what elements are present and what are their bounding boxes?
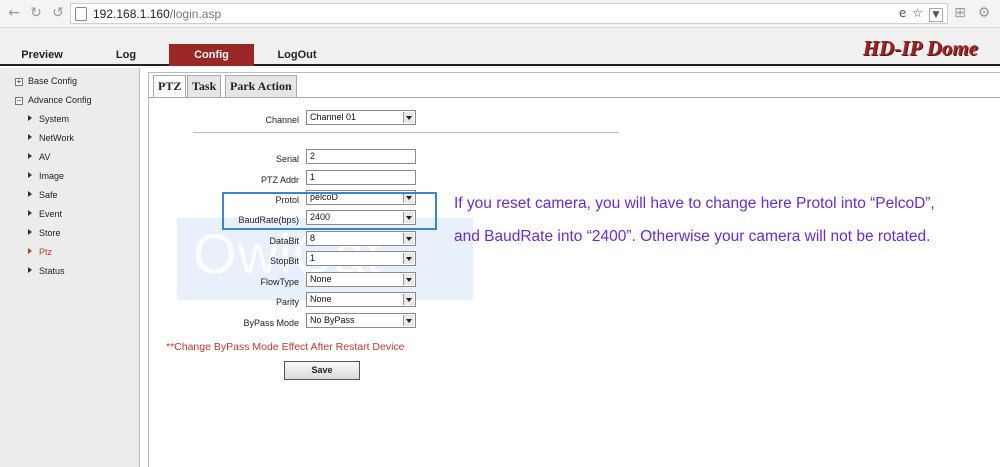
- sidebar-item-status[interactable]: Status: [28, 266, 65, 276]
- stopbit-value: 1: [310, 253, 316, 263]
- page-icon: [75, 7, 87, 21]
- sidebar-item-label: Store: [39, 228, 61, 238]
- sidebar-group-label: Base Config: [28, 76, 78, 86]
- serial-label: Serial: [275, 154, 299, 164]
- sidebar-item-label: AV: [39, 152, 51, 162]
- tab-ptz[interactable]: PTZ: [153, 75, 187, 98]
- sidebar-item-av[interactable]: AV: [28, 152, 50, 162]
- serial-field[interactable]: 2: [306, 149, 416, 164]
- sidebar-item-label: Event: [39, 209, 63, 219]
- bypass-label: ByPass Mode: [243, 318, 299, 328]
- annotation-line-1: If you reset camera, you will have to ch…: [454, 195, 935, 212]
- stopbit-label: StopBit: [269, 256, 299, 266]
- arrow-right-icon: [28, 229, 32, 235]
- databit-value: 8: [310, 233, 316, 243]
- sidebar-item-store[interactable]: Store: [28, 228, 61, 238]
- url-text[interactable]: 192.168.1.160/login.asp: [93, 7, 221, 21]
- chevron-down-icon: [403, 274, 414, 285]
- flowtype-select[interactable]: None: [306, 272, 416, 287]
- tab-divider: [149, 97, 1000, 98]
- content-panel: PTZ Task Park Action OwlCat Channel Chan…: [148, 72, 1000, 467]
- arrow-right-icon: [28, 134, 32, 140]
- stopbit-select[interactable]: 1: [306, 251, 416, 266]
- sidebar-group-label: Advance Config: [28, 95, 92, 105]
- parity-value: None: [310, 294, 332, 304]
- flowtype-label: FlowType: [260, 277, 299, 287]
- menu-log[interactable]: Log: [106, 44, 146, 66]
- arrow-right-icon: [28, 191, 32, 197]
- browser-toolbar: ← ↻ ↺ 192.168.1.160/login.asp e ☆ ▼ ⊞ ⚙: [0, 0, 1000, 28]
- arrow-right-icon: [28, 267, 32, 273]
- grid-icon[interactable]: ⊞: [952, 5, 968, 21]
- brand-logo: HD-IP Dome: [862, 36, 978, 60]
- sidebar-item-event[interactable]: Event: [28, 209, 62, 219]
- bypass-select[interactable]: No ByPass: [306, 313, 416, 328]
- channel-value: Channel 01: [310, 112, 357, 122]
- arrow-right-icon: [28, 248, 32, 254]
- databit-select[interactable]: 8: [306, 231, 416, 246]
- flowtype-value: None: [310, 274, 332, 284]
- channel-select[interactable]: Channel 01: [306, 110, 416, 125]
- menu-logout[interactable]: LogOut: [271, 44, 323, 66]
- save-button[interactable]: Save: [284, 361, 360, 380]
- ptz-addr-field[interactable]: 1: [306, 170, 416, 185]
- sidebar-item-network[interactable]: NetWork: [28, 133, 74, 143]
- chevron-down-icon: [403, 253, 414, 264]
- menu-config[interactable]: Config: [169, 44, 254, 66]
- sidebar: + Base Config – Advance Config System NetW…: [0, 68, 140, 467]
- ie-compat-icon[interactable]: e: [899, 6, 906, 20]
- reload-icon[interactable]: ↻: [28, 5, 44, 21]
- divider: [193, 132, 619, 133]
- parity-select[interactable]: None: [306, 292, 416, 307]
- tools-icon[interactable]: ⚙: [976, 5, 992, 21]
- sidebar-group-advance-config[interactable]: – Advance Config: [15, 95, 92, 105]
- sidebar-item-label: Ptz: [39, 247, 53, 257]
- expand-icon: +: [15, 77, 23, 86]
- url-path: /login.asp: [169, 7, 222, 21]
- sidebar-item-image[interactable]: Image: [28, 171, 64, 181]
- dropdown-icon[interactable]: ▼: [929, 8, 943, 22]
- arrow-right-icon: [28, 210, 32, 216]
- menu-preview[interactable]: Preview: [14, 44, 70, 66]
- arrow-right-icon: [28, 115, 32, 121]
- sidebar-item-ptz[interactable]: Ptz: [28, 247, 52, 257]
- arrow-right-icon: [28, 172, 32, 178]
- sidebar-item-label: NetWork: [39, 133, 74, 143]
- tab-task[interactable]: Task: [187, 75, 222, 97]
- tab-park-action[interactable]: Park Action: [225, 75, 297, 97]
- top-menu: Preview Log Config LogOut HD-IP Dome: [0, 28, 1000, 66]
- databit-label: DataBit: [269, 236, 299, 246]
- highlight-box: [222, 192, 437, 230]
- sidebar-group-base-config[interactable]: + Base Config: [15, 76, 77, 86]
- sidebar-item-safe[interactable]: Safe: [28, 190, 58, 200]
- chevron-down-icon: [403, 294, 414, 305]
- back-icon[interactable]: ←: [6, 5, 22, 21]
- chevron-down-icon: [403, 315, 414, 326]
- sidebar-item-label: Image: [39, 171, 65, 181]
- ptz-addr-label: PTZ Addr: [260, 175, 299, 185]
- sidebar-item-label: Safe: [39, 190, 58, 200]
- star-icon[interactable]: ☆: [912, 6, 923, 20]
- history-icon[interactable]: ↺: [50, 5, 66, 21]
- url-host: 192.168.1.160: [93, 7, 170, 21]
- parity-label: Parity: [275, 297, 299, 307]
- sidebar-item-label: System: [39, 114, 70, 124]
- annotation-line-2: and BaudRate into “2400”. Otherwise your…: [454, 228, 931, 245]
- sidebar-item-system[interactable]: System: [28, 114, 69, 124]
- channel-label: Channel: [265, 115, 299, 125]
- sidebar-item-label: Status: [39, 266, 65, 276]
- chevron-down-icon: [403, 233, 414, 244]
- arrow-right-icon: [28, 153, 32, 159]
- collapse-icon: –: [15, 96, 23, 105]
- restart-warning: **Change ByPass Mode Effect After Restar…: [166, 341, 405, 353]
- address-bar[interactable]: 192.168.1.160/login.asp e ☆ ▼: [70, 3, 948, 24]
- chevron-down-icon: [403, 112, 414, 123]
- bypass-value: No ByPass: [310, 315, 355, 325]
